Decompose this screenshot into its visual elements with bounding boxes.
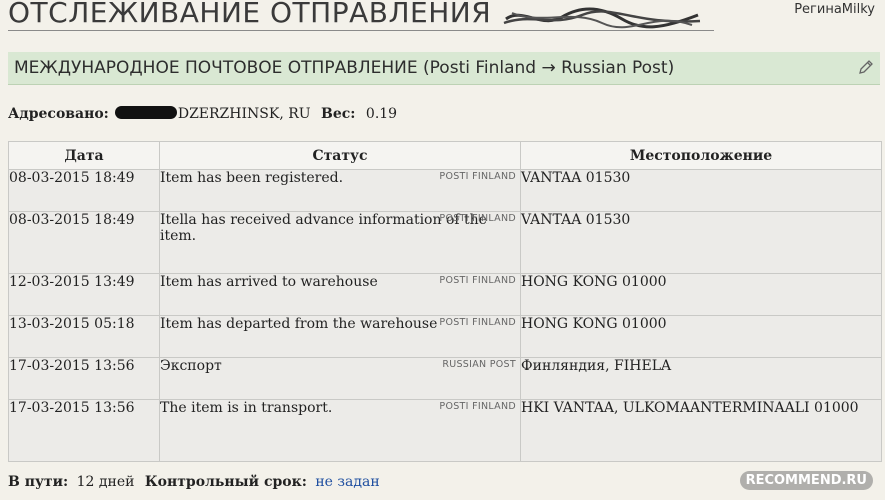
table-header-row: Дата Статус Местоположение [8, 141, 882, 170]
row-date: 17-03-2015 13:56 [8, 399, 160, 462]
carrier-tag: POSTI FINLAND [439, 275, 516, 286]
page-title-bar: ОТСЛЕЖИВАНИЕ ОТПРАВЛЕНИЯ [8, 0, 714, 31]
row-date: 13-03-2015 05:18 [8, 315, 160, 358]
deadline-label: Контрольный срок: [144, 474, 307, 490]
row-status-text: The item is in transport. [160, 400, 333, 416]
table-row: 12-03-2015 13:49 POSTI FINLAND Item has … [8, 273, 882, 316]
table-row: 08-03-2015 18:49 POSTI FINLAND Item has … [8, 169, 882, 212]
carrier-tag: POSTI FINLAND [439, 317, 516, 328]
header-location: Местоположение [520, 141, 882, 170]
table-row: 08-03-2015 18:49 POSTI FINLAND Itella ha… [8, 211, 882, 274]
carrier-tag: RUSSIAN POST [442, 359, 516, 370]
user-name[interactable]: РегинаMilky [794, 2, 875, 17]
header-date: Дата [8, 141, 160, 170]
row-status: POSTI FINLAND Itella has received advanc… [159, 211, 521, 274]
row-date: 08-03-2015 18:49 [8, 211, 160, 274]
row-location: VANTAA 01530 [520, 211, 882, 274]
row-date: 12-03-2015 13:49 [8, 273, 160, 316]
row-status: POSTI FINLAND Item has departed from the… [159, 315, 521, 358]
table-row: 17-03-2015 13:56 RUSSIAN POST Экспорт Фи… [8, 357, 882, 400]
row-status: RUSSIAN POST Экспорт [159, 357, 521, 400]
deadline-link[interactable]: не задан [315, 474, 379, 490]
table-row: 13-03-2015 05:18 POSTI FINLAND Item has … [8, 315, 882, 358]
pencil-icon[interactable] [858, 59, 874, 75]
table-row: 17-03-2015 13:56 POSTI FINLAND The item … [8, 399, 882, 462]
addressed-value: DZERZHINSK, RU [177, 106, 311, 122]
row-location: HONG KONG 01000 [520, 273, 882, 316]
row-location: Финляндия, FIHELA [520, 357, 882, 400]
row-status-text: Item has departed from the warehouse [160, 316, 438, 332]
row-location: HKI VANTAA, ULKOMAANTERMINAALI 01000 [520, 399, 882, 462]
row-status: POSTI FINLAND Item has arrived to wareho… [159, 273, 521, 316]
carrier-tag: POSTI FINLAND [439, 171, 516, 182]
page-title: ОТСЛЕЖИВАНИЕ ОТПРАВЛЕНИЯ [8, 0, 492, 29]
row-status: POSTI FINLAND The item is in transport. [159, 399, 521, 462]
section-title: МЕЖДУНАРОДНОЕ ПОЧТОВОЕ ОТПРАВЛЕНИЕ (Post… [14, 58, 675, 78]
redacted-address [114, 106, 177, 119]
header-status: Статус [159, 141, 521, 170]
row-status: POSTI FINLAND Item has been registered. [159, 169, 521, 212]
redacted-tracking-number [502, 5, 702, 31]
tracking-table: Дата Статус Местоположение 08-03-2015 18… [8, 141, 882, 462]
row-date: 08-03-2015 18:49 [8, 169, 160, 212]
row-location: VANTAA 01530 [520, 169, 882, 212]
row-location: HONG KONG 01000 [520, 315, 882, 358]
row-status-text: Item has arrived to warehouse [160, 274, 378, 290]
addressed-label: Адресовано: [8, 106, 109, 122]
section-header: МЕЖДУНАРОДНОЕ ПОЧТОВОЕ ОТПРАВЛЕНИЕ (Post… [8, 52, 880, 85]
watermark-logo: RECOMMEND.RU [739, 471, 873, 490]
weight-value: 0.19 [365, 106, 398, 122]
transit-value: 12 дней [76, 474, 135, 490]
transit-summary: В пути: 12 дней Контрольный срок: не зад… [8, 474, 380, 490]
weight-label: Вес: [321, 106, 356, 122]
row-status-text: Экспорт [160, 358, 222, 374]
row-status-text: Itella has received advance information … [160, 212, 487, 244]
row-status-text: Item has been registered. [160, 170, 344, 186]
row-date: 17-03-2015 13:56 [8, 357, 160, 400]
shipment-meta: Адресовано: DZERZHINSK, RU Вес: 0.19 [8, 106, 397, 122]
carrier-tag: POSTI FINLAND [439, 401, 516, 412]
carrier-tag: POSTI FINLAND [439, 213, 516, 224]
transit-label: В пути: [8, 474, 69, 490]
